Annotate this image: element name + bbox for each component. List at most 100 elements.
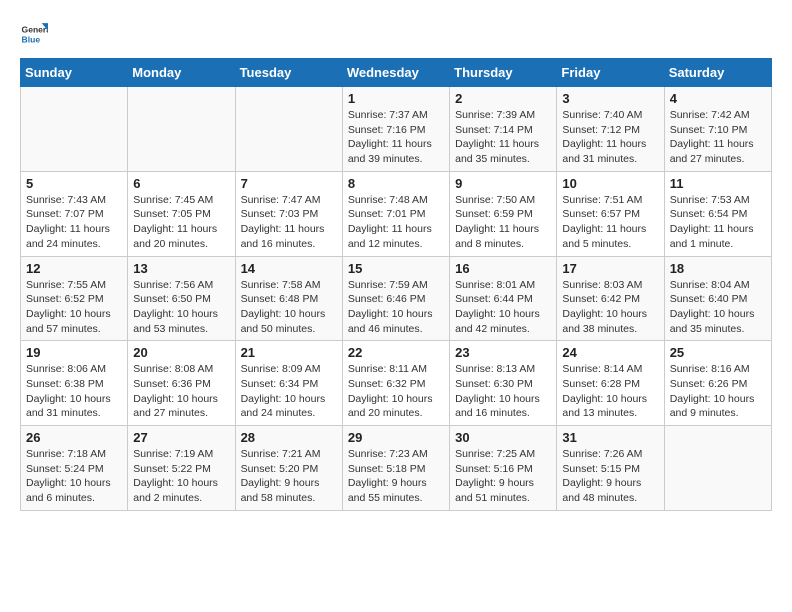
calendar-cell: 11 Sunrise: 7:53 AM Sunset: 6:54 PM Dayli… bbox=[664, 171, 771, 256]
day-info: Sunrise: 7:47 AM Sunset: 7:03 PM Dayligh… bbox=[241, 193, 337, 252]
calendar-cell: 13 Sunrise: 7:56 AM Sunset: 6:50 PM Dayli… bbox=[128, 256, 235, 341]
day-number: 11 bbox=[670, 176, 766, 191]
day-number: 22 bbox=[348, 345, 444, 360]
page-header: General Blue bbox=[20, 20, 772, 48]
day-number: 4 bbox=[670, 91, 766, 106]
day-info: Sunrise: 7:37 AM Sunset: 7:16 PM Dayligh… bbox=[348, 108, 444, 167]
day-number: 28 bbox=[241, 430, 337, 445]
calendar-cell: 14 Sunrise: 7:58 AM Sunset: 6:48 PM Dayli… bbox=[235, 256, 342, 341]
day-info: Sunrise: 7:42 AM Sunset: 7:10 PM Dayligh… bbox=[670, 108, 766, 167]
day-info: Sunrise: 8:14 AM Sunset: 6:28 PM Dayligh… bbox=[562, 362, 658, 421]
day-info: Sunrise: 8:08 AM Sunset: 6:36 PM Dayligh… bbox=[133, 362, 229, 421]
day-number: 9 bbox=[455, 176, 551, 191]
calendar-week-5: 26Sunrise: 7:18 AM Sunset: 5:24 PM Dayli… bbox=[21, 426, 772, 511]
svg-text:Blue: Blue bbox=[22, 35, 41, 45]
day-info: Sunrise: 7:25 AM Sunset: 5:16 PM Dayligh… bbox=[455, 447, 551, 506]
calendar-week-2: 5 Sunrise: 7:43 AM Sunset: 7:07 PM Daylig… bbox=[21, 171, 772, 256]
svg-text:General: General bbox=[22, 24, 48, 34]
calendar-cell: 5 Sunrise: 7:43 AM Sunset: 7:07 PM Daylig… bbox=[21, 171, 128, 256]
day-info: Sunrise: 7:55 AM Sunset: 6:52 PM Dayligh… bbox=[26, 278, 122, 337]
day-info: Sunrise: 7:23 AM Sunset: 5:18 PM Dayligh… bbox=[348, 447, 444, 506]
day-number: 12 bbox=[26, 261, 122, 276]
calendar-cell: 20 Sunrise: 8:08 AM Sunset: 6:36 PM Dayli… bbox=[128, 341, 235, 426]
day-number: 6 bbox=[133, 176, 229, 191]
day-info: Sunrise: 7:48 AM Sunset: 7:01 PM Dayligh… bbox=[348, 193, 444, 252]
day-info: Sunrise: 7:40 AM Sunset: 7:12 PM Dayligh… bbox=[562, 108, 658, 167]
calendar-cell: 7 Sunrise: 7:47 AM Sunset: 7:03 PM Daylig… bbox=[235, 171, 342, 256]
calendar-cell: 30 Sunrise: 7:25 AM Sunset: 5:16 PM Dayli… bbox=[450, 426, 557, 511]
day-number: 13 bbox=[133, 261, 229, 276]
calendar-cell: 27 Sunrise: 7:19 AM Sunset: 5:22 PM Dayli… bbox=[128, 426, 235, 511]
calendar-cell: 25 Sunrise: 8:16 AM Sunset: 6:26 PM Dayli… bbox=[664, 341, 771, 426]
calendar-cell bbox=[21, 87, 128, 172]
day-number: 16 bbox=[455, 261, 551, 276]
calendar-cell: 21 Sunrise: 8:09 AM Sunset: 6:34 PM Dayli… bbox=[235, 341, 342, 426]
calendar-cell: 6 Sunrise: 7:45 AM Sunset: 7:05 PM Daylig… bbox=[128, 171, 235, 256]
day-info: Sunrise: 7:19 AM Sunset: 5:22 PM Dayligh… bbox=[133, 447, 229, 506]
calendar-cell: 2Sunrise: 7:39 AM Sunset: 7:14 PM Daylig… bbox=[450, 87, 557, 172]
day-number: 30 bbox=[455, 430, 551, 445]
calendar-cell: 18Sunrise: 8:04 AM Sunset: 6:40 PM Dayli… bbox=[664, 256, 771, 341]
day-info: Sunrise: 7:39 AM Sunset: 7:14 PM Dayligh… bbox=[455, 108, 551, 167]
calendar-cell: 17Sunrise: 8:03 AM Sunset: 6:42 PM Dayli… bbox=[557, 256, 664, 341]
day-number: 21 bbox=[241, 345, 337, 360]
day-number: 27 bbox=[133, 430, 229, 445]
day-info: Sunrise: 7:51 AM Sunset: 6:57 PM Dayligh… bbox=[562, 193, 658, 252]
day-number: 26 bbox=[26, 430, 122, 445]
day-info: Sunrise: 7:45 AM Sunset: 7:05 PM Dayligh… bbox=[133, 193, 229, 252]
calendar-cell: 10 Sunrise: 7:51 AM Sunset: 6:57 PM Dayli… bbox=[557, 171, 664, 256]
calendar-cell: 9 Sunrise: 7:50 AM Sunset: 6:59 PM Daylig… bbox=[450, 171, 557, 256]
day-info: Sunrise: 7:21 AM Sunset: 5:20 PM Dayligh… bbox=[241, 447, 337, 506]
day-info: Sunrise: 7:59 AM Sunset: 6:46 PM Dayligh… bbox=[348, 278, 444, 337]
day-info: Sunrise: 7:56 AM Sunset: 6:50 PM Dayligh… bbox=[133, 278, 229, 337]
calendar-week-4: 19Sunrise: 8:06 AM Sunset: 6:38 PM Dayli… bbox=[21, 341, 772, 426]
day-info: Sunrise: 8:16 AM Sunset: 6:26 PM Dayligh… bbox=[670, 362, 766, 421]
day-info: Sunrise: 8:04 AM Sunset: 6:40 PM Dayligh… bbox=[670, 278, 766, 337]
day-number: 24 bbox=[562, 345, 658, 360]
calendar-header: SundayMondayTuesdayWednesdayThursdayFrid… bbox=[21, 59, 772, 87]
day-number: 10 bbox=[562, 176, 658, 191]
calendar-cell: 3 Sunrise: 7:40 AM Sunset: 7:12 PM Daylig… bbox=[557, 87, 664, 172]
calendar-cell: 16 Sunrise: 8:01 AM Sunset: 6:44 PM Dayli… bbox=[450, 256, 557, 341]
day-info: Sunrise: 8:03 AM Sunset: 6:42 PM Dayligh… bbox=[562, 278, 658, 337]
day-info: Sunrise: 7:53 AM Sunset: 6:54 PM Dayligh… bbox=[670, 193, 766, 252]
calendar-cell bbox=[664, 426, 771, 511]
day-info: Sunrise: 7:50 AM Sunset: 6:59 PM Dayligh… bbox=[455, 193, 551, 252]
calendar-cell: 23Sunrise: 8:13 AM Sunset: 6:30 PM Dayli… bbox=[450, 341, 557, 426]
day-number: 5 bbox=[26, 176, 122, 191]
logo-icon: General Blue bbox=[20, 20, 48, 48]
day-number: 1 bbox=[348, 91, 444, 106]
day-number: 8 bbox=[348, 176, 444, 191]
day-number: 31 bbox=[562, 430, 658, 445]
calendar-cell: 29 Sunrise: 7:23 AM Sunset: 5:18 PM Dayli… bbox=[342, 426, 449, 511]
calendar-cell: 12 Sunrise: 7:55 AM Sunset: 6:52 PM Dayli… bbox=[21, 256, 128, 341]
weekday-header-tuesday: Tuesday bbox=[235, 59, 342, 87]
day-number: 3 bbox=[562, 91, 658, 106]
day-info: Sunrise: 7:58 AM Sunset: 6:48 PM Dayligh… bbox=[241, 278, 337, 337]
day-number: 7 bbox=[241, 176, 337, 191]
weekday-header-saturday: Saturday bbox=[664, 59, 771, 87]
day-number: 19 bbox=[26, 345, 122, 360]
calendar-week-3: 12 Sunrise: 7:55 AM Sunset: 6:52 PM Dayli… bbox=[21, 256, 772, 341]
calendar-table: SundayMondayTuesdayWednesdayThursdayFrid… bbox=[20, 58, 772, 511]
day-number: 29 bbox=[348, 430, 444, 445]
calendar-week-1: 1 Sunrise: 7:37 AM Sunset: 7:16 PM Daylig… bbox=[21, 87, 772, 172]
weekday-header-sunday: Sunday bbox=[21, 59, 128, 87]
day-info: Sunrise: 8:11 AM Sunset: 6:32 PM Dayligh… bbox=[348, 362, 444, 421]
calendar-cell: 4 Sunrise: 7:42 AM Sunset: 7:10 PM Daylig… bbox=[664, 87, 771, 172]
day-info: Sunrise: 8:01 AM Sunset: 6:44 PM Dayligh… bbox=[455, 278, 551, 337]
day-number: 14 bbox=[241, 261, 337, 276]
day-number: 20 bbox=[133, 345, 229, 360]
weekday-header-friday: Friday bbox=[557, 59, 664, 87]
calendar-cell bbox=[128, 87, 235, 172]
calendar-cell: 15Sunrise: 7:59 AM Sunset: 6:46 PM Dayli… bbox=[342, 256, 449, 341]
weekday-header-monday: Monday bbox=[128, 59, 235, 87]
weekday-header-thursday: Thursday bbox=[450, 59, 557, 87]
day-info: Sunrise: 7:43 AM Sunset: 7:07 PM Dayligh… bbox=[26, 193, 122, 252]
day-info: Sunrise: 8:09 AM Sunset: 6:34 PM Dayligh… bbox=[241, 362, 337, 421]
day-number: 25 bbox=[670, 345, 766, 360]
calendar-cell bbox=[235, 87, 342, 172]
day-info: Sunrise: 7:26 AM Sunset: 5:15 PM Dayligh… bbox=[562, 447, 658, 506]
calendar-cell: 22 Sunrise: 8:11 AM Sunset: 6:32 PM Dayli… bbox=[342, 341, 449, 426]
day-info: Sunrise: 8:13 AM Sunset: 6:30 PM Dayligh… bbox=[455, 362, 551, 421]
